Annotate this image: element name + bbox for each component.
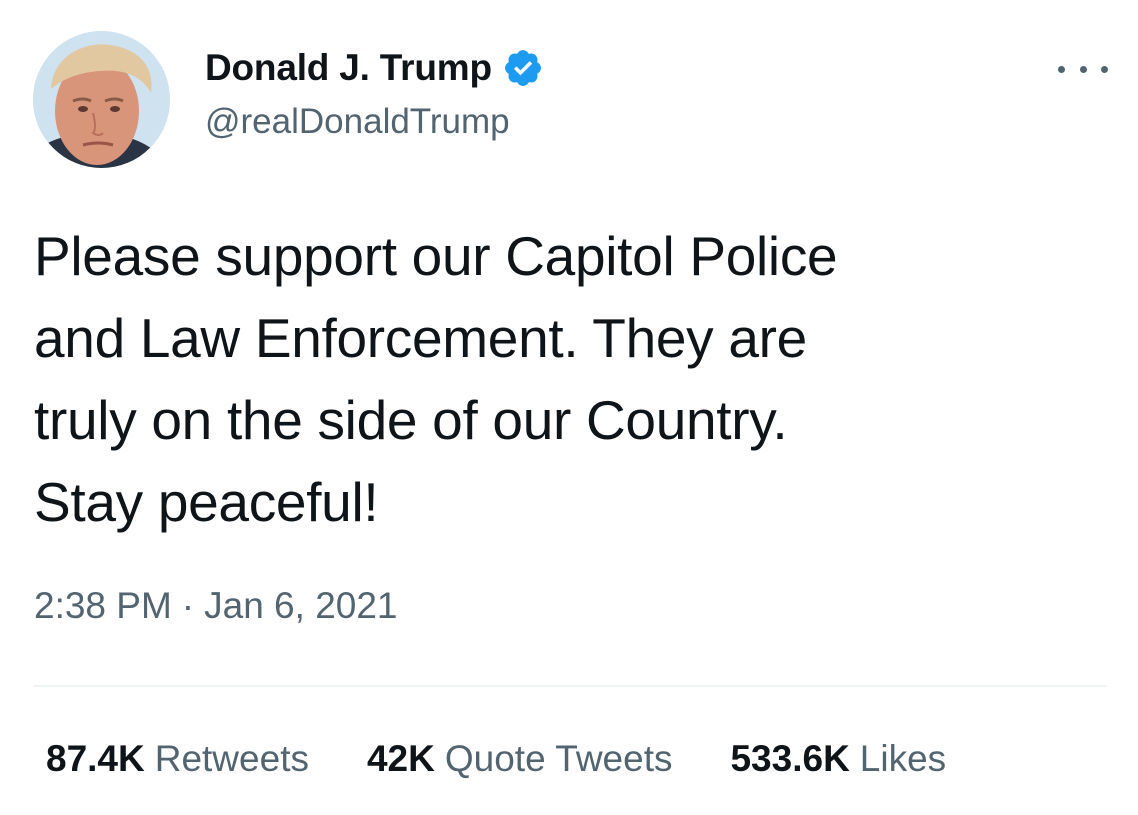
more-horizontal-icon	[1079, 65, 1087, 73]
tweet-text-line: and Law Enforcement. They are	[34, 307, 807, 369]
more-options-button[interactable]	[1058, 54, 1108, 84]
tweet-text: Please support our Capitol Police and La…	[34, 215, 1114, 543]
quote-tweets-label: Quote Tweets	[444, 738, 673, 779]
likes-count: 533.6K	[730, 738, 850, 779]
more-horizontal-icon	[1058, 65, 1065, 73]
tweet-text-line: Please support our Capitol Police	[34, 225, 838, 287]
timestamp-separator: ·	[181, 585, 195, 626]
verified-badge-icon	[502, 47, 544, 89]
author-handle[interactable]: @realDonaldTrump	[205, 102, 510, 142]
tweet-text-line: truly on the side of our Country.	[34, 389, 788, 451]
author-name-row: Donald J. Trump	[205, 44, 544, 92]
tweet-text-line: Stay peaceful!	[34, 471, 379, 533]
retweets-label: Retweets	[154, 738, 309, 779]
retweets-count: 87.4K	[46, 738, 145, 779]
avatar[interactable]	[33, 31, 170, 168]
tweet-timestamp[interactable]: 2:38 PM · Jan 6, 2021	[34, 585, 398, 627]
likes-label: Likes	[859, 738, 947, 779]
divider	[34, 685, 1107, 687]
display-name[interactable]: Donald J. Trump	[205, 47, 492, 89]
avatar-image	[33, 31, 170, 168]
tweet-time: 2:38 PM	[34, 585, 172, 626]
more-horizontal-icon	[1101, 65, 1108, 73]
quote-tweets-stat[interactable]: 42K Quote Tweets	[367, 738, 673, 780]
tweet-card: Donald J. Trump @realDonaldTrump Please …	[0, 0, 1138, 815]
quote-tweets-count: 42K	[366, 738, 435, 779]
likes-stat[interactable]: 533.6K Likes	[730, 738, 946, 780]
engagement-stats: 87.4K Retweets 42K Quote Tweets 533.6K Like…	[46, 738, 946, 780]
tweet-date: Jan 6, 2021	[204, 585, 398, 626]
retweets-stat[interactable]: 87.4K Retweets	[46, 738, 309, 780]
